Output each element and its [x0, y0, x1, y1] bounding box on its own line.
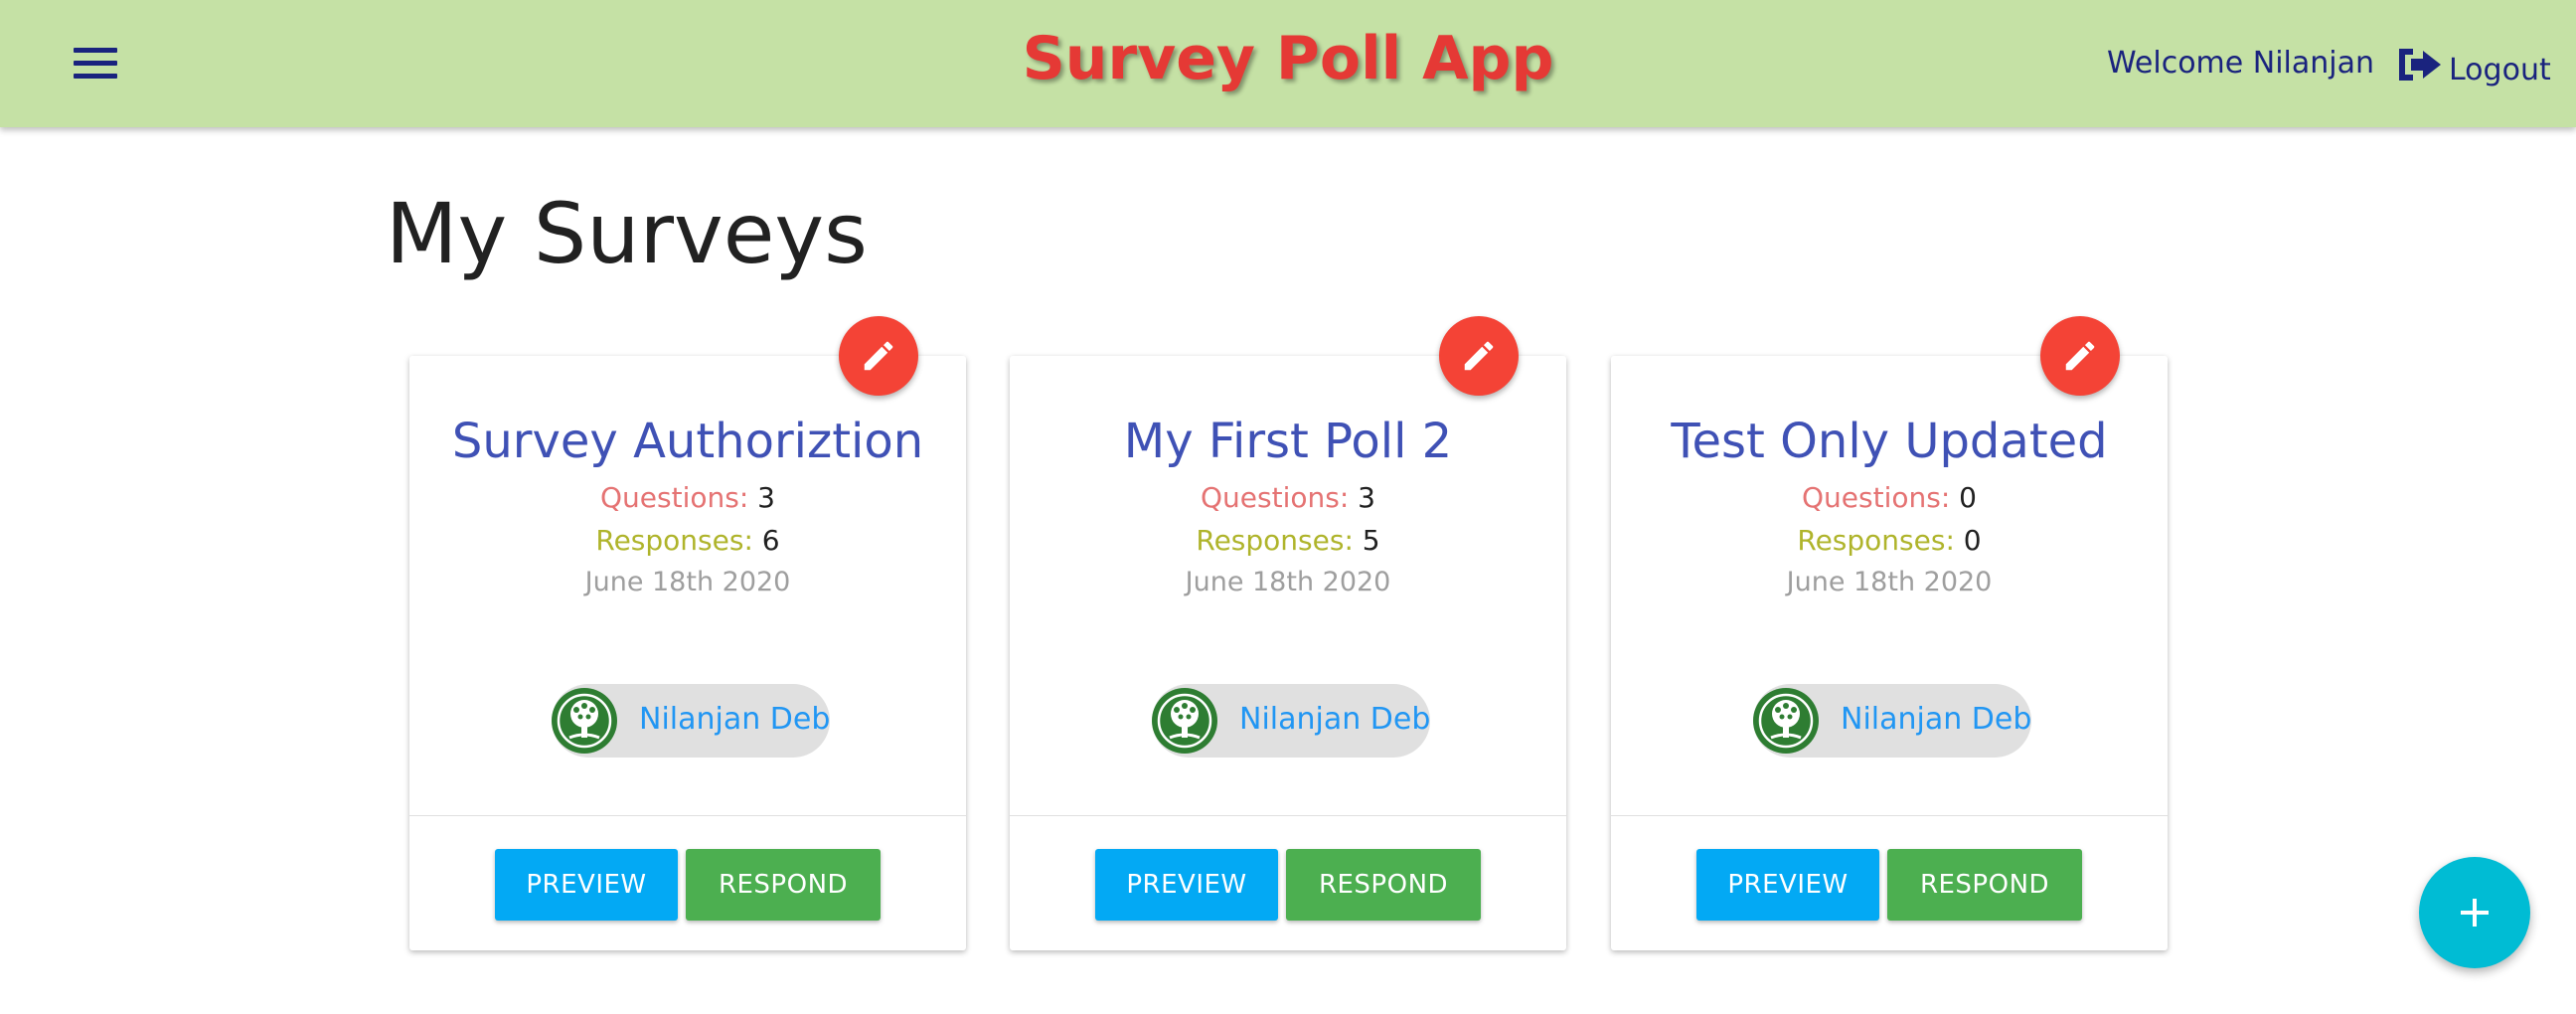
add-survey-button[interactable] — [2419, 857, 2530, 968]
page-title: My Surveys — [386, 185, 868, 282]
questions-stat: Questions: 3 — [1010, 481, 1566, 514]
preview-button[interactable]: PREVIEW — [1095, 849, 1278, 921]
survey-card: My First Poll 2 Questions: 3 Responses: … — [1010, 316, 1566, 950]
plus-icon — [2461, 899, 2489, 927]
responses-count: 0 — [1963, 524, 1982, 557]
edit-survey-button[interactable] — [839, 316, 918, 396]
survey-title: My First Poll 2 — [1123, 414, 1453, 469]
author-chip[interactable]: Nilanjan Deb — [1152, 684, 1430, 758]
app-bar: Survey Poll App Welcome Nilanjan Logout — [0, 0, 2576, 127]
hamburger-line — [74, 61, 117, 66]
edit-survey-button[interactable] — [1439, 316, 1519, 396]
author-name: Nilanjan Deb — [1239, 702, 1431, 737]
survey-card: Test Only Updated Questions: 0 Responses… — [1611, 316, 2168, 950]
edit-survey-button[interactable] — [2040, 316, 2120, 396]
card-divider — [409, 815, 966, 816]
tree-avatar-icon — [1753, 688, 1819, 754]
responses-stat: Responses: 5 — [1010, 524, 1566, 557]
hamburger-menu-icon — [74, 48, 117, 53]
responses-label: Responses: — [595, 524, 753, 557]
author-name: Nilanjan Deb — [639, 702, 831, 737]
card-divider — [1611, 815, 2168, 816]
responses-stat: Responses: 6 — [409, 524, 966, 557]
questions-stat: Questions: 3 — [409, 481, 966, 514]
preview-button[interactable]: PREVIEW — [1696, 849, 1879, 921]
responses-label: Responses: — [1797, 524, 1955, 557]
questions-label: Questions: — [600, 481, 749, 514]
survey-date: June 18th 2020 — [584, 567, 791, 597]
pencil-icon — [2065, 341, 2095, 371]
pencil-icon — [1464, 341, 1494, 371]
author-chip[interactable]: Nilanjan Deb — [1753, 684, 2031, 758]
survey-title: Survey Authoriztion — [451, 414, 924, 469]
welcome-text: Welcome Nilanjan — [2107, 46, 2375, 81]
logout-button[interactable]: Logout — [2395, 40, 2551, 89]
pencil-icon — [864, 341, 893, 371]
survey-date: June 18th 2020 — [1185, 567, 1391, 597]
author-name: Nilanjan Deb — [1841, 702, 2032, 737]
sign-out-icon — [2399, 49, 2441, 81]
survey-card: Survey Authoriztion Questions: 3 Respons… — [409, 316, 966, 950]
menu-button[interactable] — [68, 42, 123, 85]
logout-label: Logout — [2449, 52, 2551, 87]
responses-stat: Responses: 0 — [1611, 524, 2168, 557]
responses-count: 6 — [761, 524, 780, 557]
questions-label: Questions: — [1201, 481, 1350, 514]
hamburger-line — [74, 74, 117, 79]
preview-button[interactable]: PREVIEW — [495, 849, 678, 921]
respond-button[interactable]: RESPOND — [686, 849, 881, 921]
respond-button[interactable]: RESPOND — [1286, 849, 1481, 921]
questions-label: Questions: — [1802, 481, 1951, 514]
questions-count: 3 — [757, 481, 775, 514]
tree-avatar-icon — [552, 688, 617, 754]
survey-title: Test Only Updated — [1671, 414, 2108, 469]
tree-avatar-icon — [1152, 688, 1217, 754]
author-chip[interactable]: Nilanjan Deb — [552, 684, 830, 758]
responses-label: Responses: — [1196, 524, 1354, 557]
questions-count: 3 — [1358, 481, 1375, 514]
responses-count: 5 — [1362, 524, 1380, 557]
questions-count: 0 — [1959, 481, 1977, 514]
respond-button[interactable]: RESPOND — [1887, 849, 2082, 921]
questions-stat: Questions: 0 — [1611, 481, 2168, 514]
card-divider — [1010, 815, 1566, 816]
survey-date: June 18th 2020 — [1786, 567, 1993, 597]
